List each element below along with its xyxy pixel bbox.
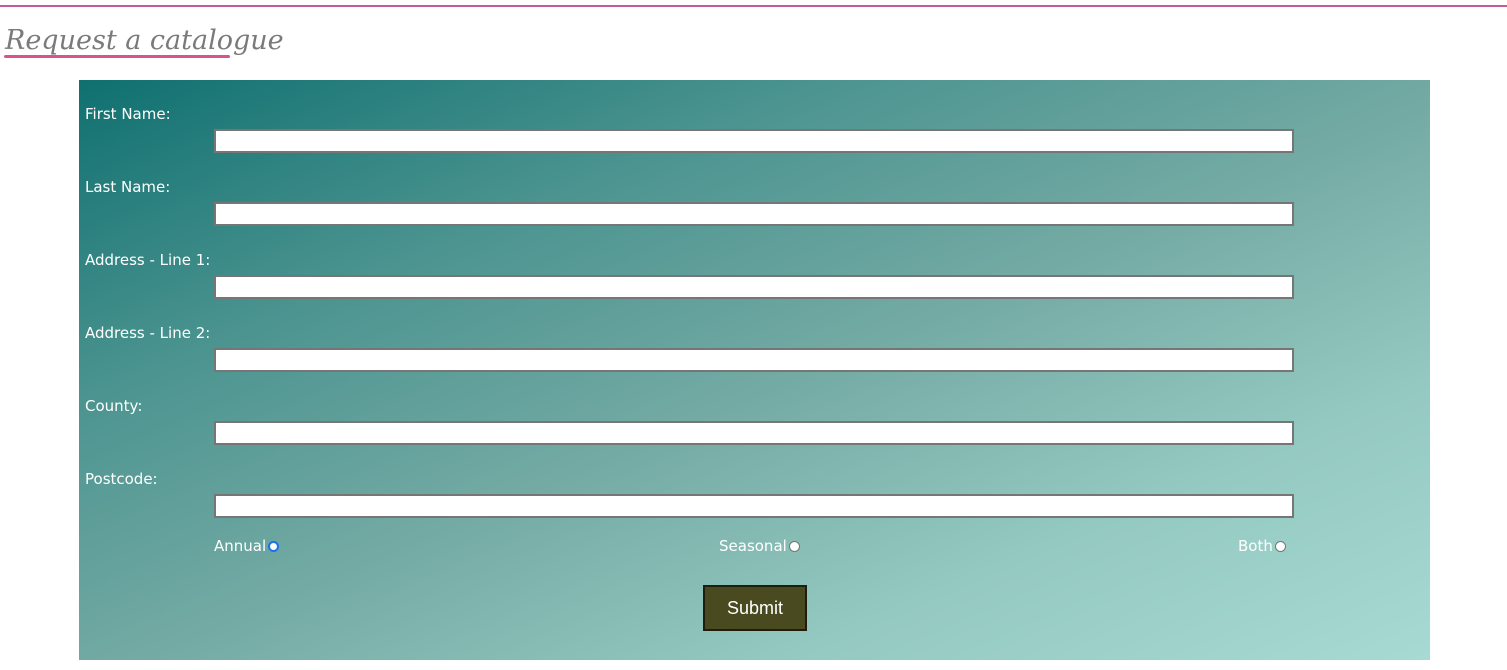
radio-label-annual: Annual <box>214 537 267 555</box>
first-name-input[interactable] <box>214 129 1294 153</box>
radio-label-seasonal: Seasonal <box>719 537 787 555</box>
page: Request a catalogue First Name: Last Nam… <box>0 0 1507 670</box>
page-title: Request a catalogue <box>5 25 284 56</box>
radio-option-annual[interactable]: Annual <box>214 537 280 555</box>
address-line-1-input[interactable] <box>214 275 1294 299</box>
radio-option-seasonal[interactable]: Seasonal <box>719 537 800 555</box>
last-name-label: Last Name: <box>85 178 171 196</box>
county-input[interactable] <box>214 421 1294 445</box>
address-line-1-label: Address - Line 1: <box>85 251 211 269</box>
catalogue-request-form: First Name: Last Name: Address - Line 1:… <box>79 80 1430 660</box>
postcode-input[interactable] <box>214 494 1294 518</box>
radio-button-annual[interactable] <box>268 540 280 552</box>
postcode-label: Postcode: <box>85 470 158 488</box>
top-divider <box>0 5 1507 7</box>
first-name-label: First Name: <box>85 105 171 123</box>
address-line-2-input[interactable] <box>214 348 1294 372</box>
county-label: County: <box>85 397 143 415</box>
address-line-2-label: Address - Line 2: <box>85 324 211 342</box>
radio-label-both: Both <box>1238 537 1273 555</box>
radio-button-seasonal[interactable] <box>788 540 800 552</box>
radio-option-both[interactable]: Both <box>1238 537 1286 555</box>
submit-button[interactable]: Submit <box>703 585 807 631</box>
radio-button-both[interactable] <box>1274 540 1286 552</box>
last-name-input[interactable] <box>214 202 1294 226</box>
title-underline <box>4 55 230 58</box>
